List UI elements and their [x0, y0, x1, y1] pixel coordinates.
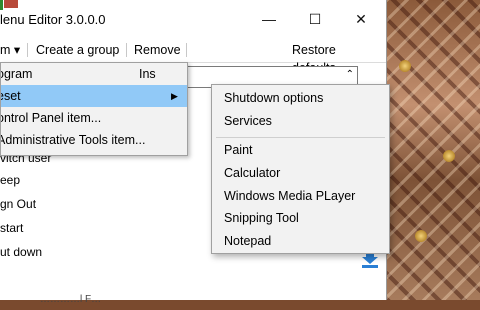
chevron-up-icon[interactable]: ⌃ [346, 69, 354, 80]
submenu-item-services[interactable]: Services [224, 110, 272, 132]
menu-item-admin-tools[interactable]: Administrative Tools item... [1, 129, 187, 151]
menu-separator [186, 43, 187, 57]
add-item-menu: ogram Ins eset ▶ ontrol Panel item... Ad… [0, 62, 188, 156]
list-item[interactable]: …………l F… [40, 290, 101, 310]
window-title: lenu Editor 3.0.0.0 [0, 12, 106, 27]
create-group-button[interactable]: Create a group [30, 41, 125, 59]
submenu-separator [216, 137, 385, 138]
list-item[interactable]: eep [0, 170, 20, 190]
menu-separator [27, 43, 28, 57]
shortcut-label: Ins [139, 67, 156, 81]
wallpaper-ornament [399, 60, 411, 72]
menu-item-label: eset [1, 89, 21, 103]
close-button[interactable]: ✕ [338, 0, 384, 38]
wallpaper-ornament [415, 230, 427, 242]
title-bar[interactable]: lenu Editor 3.0.0.0 — ☐ ✕ [0, 0, 386, 38]
menu-item-program[interactable]: ogram Ins [1, 63, 187, 85]
submenu-item-calculator[interactable]: Calculator [224, 162, 280, 184]
menu-item-label: ogram [1, 67, 33, 81]
list-item[interactable]: start [0, 218, 23, 238]
restore-defaults-button[interactable]: Restore defaults [286, 41, 386, 75]
app-icon [4, 0, 18, 8]
menu-bar: m ▾ Create a group Remove Restore defaul… [0, 38, 386, 75]
maximize-button[interactable]: ☐ [292, 0, 338, 38]
submenu-item-snipping-tool[interactable]: Snipping Tool [224, 207, 299, 229]
menu-item-preset[interactable]: eset ▶ [1, 85, 187, 107]
minimize-button[interactable]: — [246, 0, 292, 38]
app-icon [0, 0, 3, 10]
desktop-wallpaper [385, 0, 480, 300]
menu-item-control-panel[interactable]: ontrol Panel item... [1, 107, 187, 129]
menu-add-dropdown[interactable]: m ▾ [0, 41, 26, 59]
submenu-item-notepad[interactable]: Notepad [224, 230, 271, 252]
menu-item-label: Administrative Tools item... [1, 133, 146, 147]
submenu-item-paint[interactable]: Paint [224, 139, 253, 161]
list-item[interactable]: gn Out [0, 194, 36, 214]
chevron-right-icon: ▶ [171, 91, 178, 101]
remove-button[interactable]: Remove [128, 41, 187, 59]
submenu-item-windows-media-player[interactable]: Windows Media PLayer [224, 185, 355, 207]
submenu-item-shutdown-options[interactable]: Shutdown options [224, 87, 323, 109]
list-item[interactable]: ut down [0, 242, 42, 262]
menu-item-label: ontrol Panel item... [1, 111, 102, 125]
menu-separator [126, 43, 127, 57]
wallpaper-ornament [443, 150, 455, 162]
preset-submenu: Shutdown options Services Paint Calculat… [211, 84, 390, 254]
